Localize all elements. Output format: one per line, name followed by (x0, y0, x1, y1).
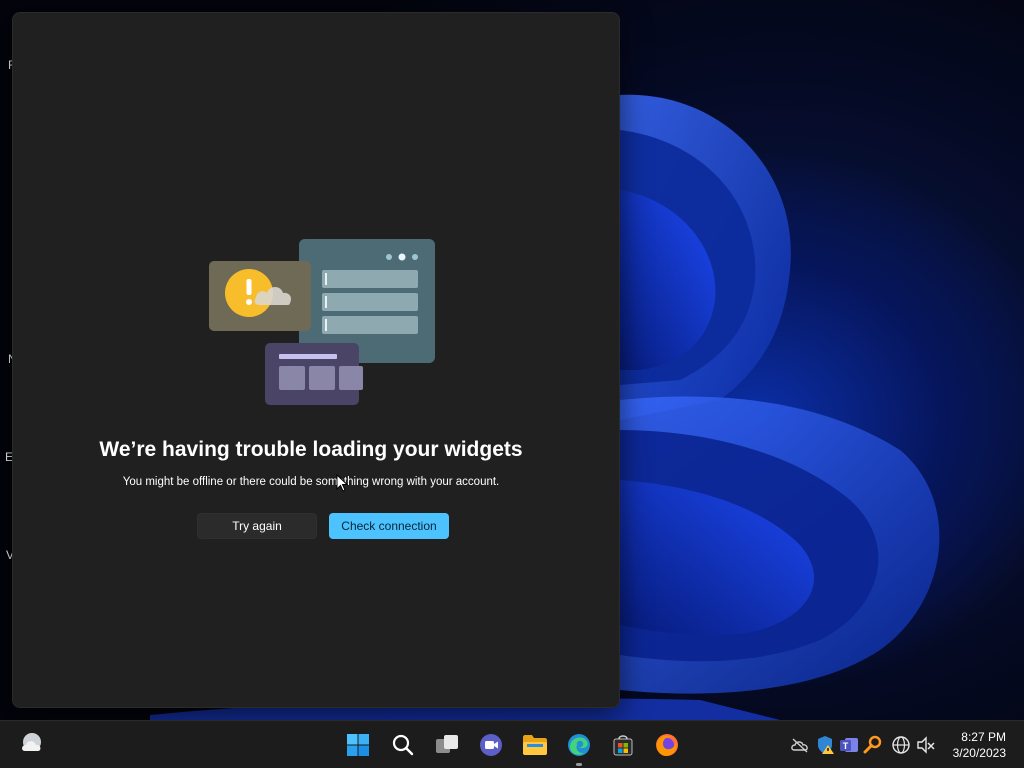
weather-cloud-icon (22, 733, 41, 751)
task-view-button[interactable] (431, 729, 463, 761)
widgets-panel: We’re having trouble loading your widget… (12, 12, 620, 708)
task-view-icon (436, 735, 458, 753)
search-key-icon (863, 735, 882, 754)
teams-chat-button[interactable] (475, 729, 507, 761)
onedrive-status[interactable] (790, 735, 810, 755)
error-title: We’re having trouble loading your widget… (99, 438, 523, 461)
edge-browser-icon (568, 734, 590, 756)
search-tray-button[interactable] (863, 735, 883, 755)
start-button[interactable] (342, 729, 374, 761)
widgets-error-illustration (209, 239, 435, 405)
folder-icon (523, 735, 547, 755)
firefox-button[interactable] (651, 729, 683, 761)
edge-button[interactable] (563, 729, 595, 761)
search-button[interactable] (387, 729, 419, 761)
clock-time: 8:27 PM (961, 730, 1006, 744)
cloud-offline-icon (791, 738, 808, 753)
teams-icon: T (840, 738, 858, 752)
clock-date: 3/20/2023 (952, 746, 1006, 760)
video-chat-icon (480, 734, 502, 756)
windows-security-status[interactable] (815, 735, 835, 755)
network-globe-icon (892, 736, 910, 754)
network-status[interactable] (891, 735, 911, 755)
volume-muted-icon (917, 736, 935, 754)
store-button[interactable] (607, 729, 639, 761)
volume-status[interactable] (916, 735, 936, 755)
store-bag-icon (613, 735, 633, 756)
windows-logo-icon (347, 734, 369, 756)
mouse-cursor-icon (336, 474, 348, 492)
svg-text:T: T (843, 741, 849, 751)
search-icon (392, 734, 414, 756)
try-again-button[interactable]: Try again (197, 513, 317, 539)
taskbar: T 8:27 PM 3/20/2023 (0, 720, 1024, 768)
check-connection-button[interactable]: Check connection (329, 513, 449, 539)
file-explorer-button[interactable] (519, 729, 551, 761)
firefox-icon (656, 734, 678, 756)
weather-widget-button[interactable] (16, 728, 48, 760)
running-app-indicator (576, 763, 582, 766)
teams-tray-button[interactable]: T (839, 735, 859, 755)
taskbar-clock[interactable]: 8:27 PM 3/20/2023 (953, 729, 1006, 761)
security-warning-icon (818, 736, 834, 754)
error-subtitle: You might be offline or there could be s… (122, 476, 500, 488)
